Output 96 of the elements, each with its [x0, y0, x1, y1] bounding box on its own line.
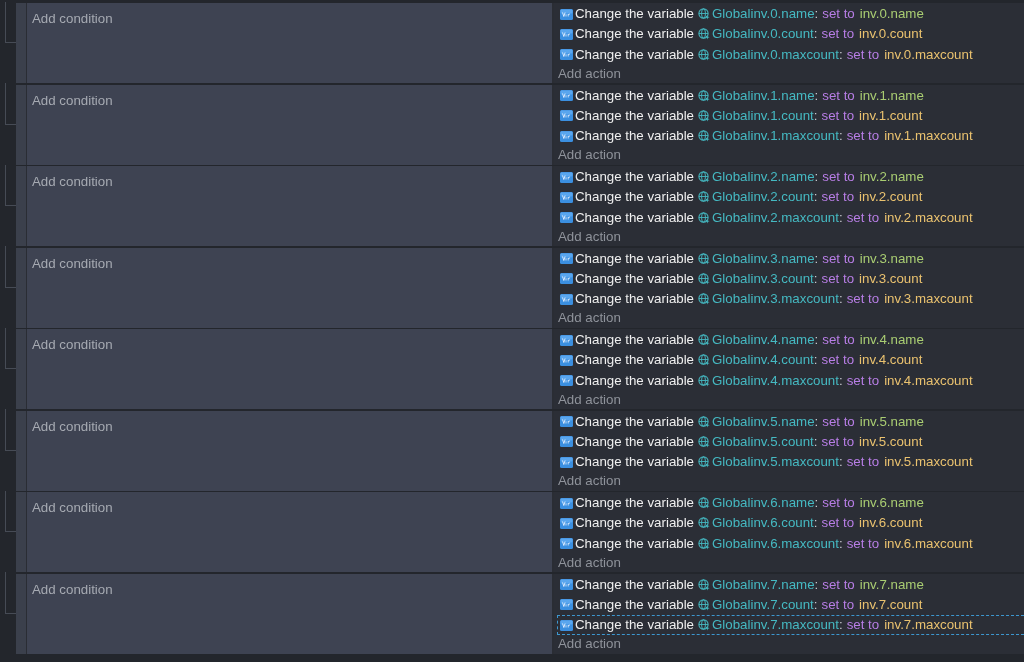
- globe-icon: [698, 354, 711, 367]
- variable-tile-icon: [560, 171, 573, 183]
- variable-tile-icon: [560, 375, 573, 387]
- globe-icon: [698, 415, 711, 428]
- add-condition-link[interactable]: Add condition: [32, 417, 113, 436]
- action-item[interactable]: Change the variable Globalinv.5.maxcount: set to inv.5.maxcount: [557, 452, 1024, 473]
- action-item[interactable]: Change the variable Globalinv.7.name: set to inv.7.name: [557, 574, 1024, 595]
- add-condition-link[interactable]: Add condition: [32, 336, 113, 354]
- globe-icon: [698, 537, 711, 550]
- action-item[interactable]: Change the variable Globalinv.6.maxcount: set to inv.6.maxcount: [557, 533, 1024, 554]
- variable-tile-icon: [560, 273, 573, 285]
- action-item[interactable]: Change the variable Globalinv.0.name: set to inv.0.name: [557, 4, 1024, 25]
- globe-icon: [698, 619, 711, 632]
- action-item[interactable]: Change the variable Globalinv.7.count: set to inv.7.count: [557, 594, 1024, 616]
- drag-handle[interactable]: [16, 573, 27, 654]
- variable-tile-icon: [560, 334, 573, 346]
- globe-icon: [698, 599, 711, 611]
- globe-icon: [698, 28, 711, 41]
- action-item[interactable]: Change the variable Globalinv.5.name: set to inv.5.name: [557, 411, 1024, 432]
- globe-icon: [698, 456, 711, 469]
- globe-icon: [698, 497, 711, 510]
- action-item[interactable]: Change the variable Globalinv.0.count: set to inv.0.count: [557, 24, 1024, 45]
- variable-tile-icon: [560, 497, 573, 509]
- add-action-link[interactable]: Add action: [557, 635, 621, 654]
- add-action-link[interactable]: Add action: [557, 309, 621, 328]
- drag-handle[interactable]: [16, 247, 27, 328]
- variable-tile-icon: [560, 619, 573, 631]
- add-condition-link[interactable]: Add condition: [32, 499, 113, 517]
- add-condition-link[interactable]: Add condition: [32, 254, 113, 273]
- action-item[interactable]: Change the variable Globalinv.1.maxcount: set to inv.1.maxcount: [557, 126, 1024, 147]
- globe-icon: [698, 89, 711, 102]
- action-item[interactable]: Change the variable Globalinv.3.maxcount: set to inv.3.maxcount: [557, 289, 1024, 310]
- variable-tile-icon: [560, 518, 573, 529]
- action-item[interactable]: Change the variable Globalinv.6.count: set to inv.6.count: [557, 513, 1024, 534]
- add-action-link[interactable]: Add action: [557, 391, 621, 409]
- drag-handle[interactable]: [16, 166, 27, 246]
- variable-tile-icon: [560, 355, 573, 366]
- action-item[interactable]: Change the variable Globalinv.4.name: set to inv.4.name: [557, 330, 1024, 351]
- globe-icon: [698, 8, 711, 21]
- variable-tile-icon: [560, 192, 573, 203]
- drag-handle[interactable]: [16, 329, 27, 409]
- globe-icon: [698, 211, 711, 224]
- action-item[interactable]: Change the variable Globalinv.5.count: set to inv.5.count: [557, 431, 1024, 453]
- variable-tile-icon: [560, 599, 573, 611]
- globe-icon: [698, 334, 711, 347]
- globe-icon: [698, 436, 711, 448]
- variable-tile-icon: [560, 456, 573, 468]
- variable-tile-icon: [560, 49, 573, 61]
- action-item[interactable]: Change the variable Globalinv.3.count: set to inv.3.count: [557, 268, 1024, 290]
- action-item[interactable]: Change the variable Globalinv.3.name: set to inv.3.name: [557, 248, 1024, 269]
- variable-tile-icon: [560, 293, 573, 305]
- add-action-link[interactable]: Add action: [557, 472, 621, 491]
- add-condition-link[interactable]: Add condition: [32, 10, 113, 28]
- variable-tile-icon: [560, 416, 573, 428]
- globe-icon: [698, 130, 711, 143]
- variable-tile-icon: [560, 130, 573, 142]
- action-item[interactable]: Change the variable Globalinv.1.count: set to inv.1.count: [557, 105, 1024, 127]
- globe-icon: [698, 171, 711, 184]
- add-condition-link[interactable]: Add condition: [32, 91, 113, 110]
- variable-tile-icon: [560, 29, 573, 40]
- drag-handle[interactable]: [16, 492, 27, 572]
- add-action-link[interactable]: Add action: [557, 554, 621, 572]
- action-item[interactable]: Change the variable Globalinv.2.name: set to inv.2.name: [557, 167, 1024, 188]
- action-item[interactable]: Change the variable Globalinv.2.maxcount: set to inv.2.maxcount: [557, 207, 1024, 228]
- variable-tile-icon: [560, 579, 573, 591]
- drag-handle[interactable]: [16, 3, 27, 83]
- action-item[interactable]: Change the variable Globalinv.7.maxcount: set to inv.7.maxcount: [557, 615, 1024, 636]
- action-item[interactable]: Change the variable Globalinv.0.maxcount: set to inv.0.maxcount: [557, 44, 1024, 65]
- add-condition-link[interactable]: Add condition: [32, 580, 113, 599]
- globe-icon: [698, 273, 711, 285]
- add-action-link[interactable]: Add action: [557, 146, 621, 165]
- globe-icon: [698, 293, 711, 306]
- add-condition-link[interactable]: Add condition: [32, 173, 113, 191]
- action-item[interactable]: Change the variable Globalinv.4.count: set to inv.4.count: [557, 350, 1024, 371]
- add-action-link[interactable]: Add action: [557, 228, 621, 246]
- variable-tile-icon: [560, 253, 573, 265]
- globe-icon: [698, 252, 711, 265]
- action-item[interactable]: Change the variable Globalinv.1.name: set to inv.1.name: [557, 85, 1024, 106]
- globe-icon: [698, 48, 711, 61]
- globe-icon: [698, 191, 711, 204]
- action-item[interactable]: Change the variable Globalinv.6.name: set to inv.6.name: [557, 493, 1024, 514]
- drag-handle[interactable]: [16, 84, 27, 165]
- globe-icon: [698, 110, 711, 122]
- globe-icon: [698, 578, 711, 591]
- variable-tile-icon: [560, 110, 573, 122]
- variable-tile-icon: [560, 8, 573, 20]
- drag-handle[interactable]: [16, 410, 27, 491]
- variable-tile-icon: [560, 212, 573, 224]
- variable-tile-icon: [560, 90, 573, 102]
- variable-tile-icon: [560, 436, 573, 448]
- action-item[interactable]: Change the variable Globalinv.2.count: set to inv.2.count: [557, 187, 1024, 208]
- globe-icon: [698, 374, 711, 387]
- variable-tile-icon: [560, 538, 573, 550]
- action-item[interactable]: Change the variable Globalinv.4.maxcount: set to inv.4.maxcount: [557, 370, 1024, 391]
- globe-icon: [698, 517, 711, 530]
- add-action-link[interactable]: Add action: [557, 65, 621, 83]
